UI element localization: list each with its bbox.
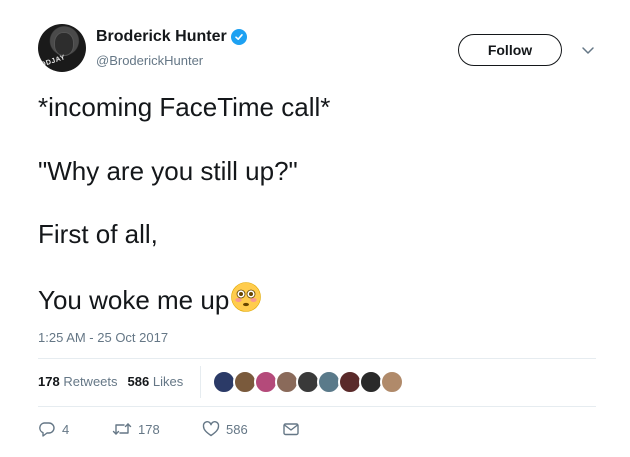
- chevron-down-icon[interactable]: [580, 42, 596, 58]
- tweet-stats: 178 Retweets 586 Likes: [38, 374, 183, 389]
- name-row: Broderick Hunter: [96, 28, 247, 46]
- avatar[interactable]: ODJAY: [38, 24, 86, 72]
- tweet-timestamp[interactable]: 1:25 AM - 25 Oct 2017: [38, 330, 168, 345]
- verified-badge-icon: [230, 29, 247, 45]
- flushed-face-icon: [230, 281, 262, 313]
- reply-action[interactable]: 4: [38, 420, 112, 438]
- tweet-line-3: First of all,: [38, 219, 158, 249]
- tweet-card: ODJAY Broderick Hunter @BroderickHunter …: [0, 0, 630, 457]
- likes-count: 586: [127, 374, 150, 389]
- like-action[interactable]: 586: [202, 420, 282, 438]
- avatar-cap-text: ODJAY: [39, 54, 67, 69]
- direct-message-action[interactable]: [282, 420, 300, 438]
- liker-avatars: [212, 370, 404, 394]
- likes-stat[interactable]: 586 Likes: [128, 374, 184, 389]
- tweet-line-1: *incoming FaceTime call*: [38, 92, 331, 122]
- display-name[interactable]: Broderick Hunter: [96, 28, 227, 46]
- divider: [38, 406, 596, 407]
- retweet-count: 178: [138, 421, 160, 437]
- retweets-count: 178: [38, 374, 60, 389]
- retweets-label: Retweets: [63, 374, 118, 389]
- reply-icon: [38, 420, 56, 438]
- user-handle[interactable]: @BroderickHunter: [96, 53, 203, 68]
- like-count: 586: [226, 421, 248, 437]
- retweet-action[interactable]: 178: [112, 420, 202, 438]
- avatar-face: [54, 32, 74, 56]
- retweet-icon: [112, 420, 132, 438]
- stats-separator: [200, 366, 201, 398]
- liker-avatar[interactable]: [380, 370, 404, 394]
- tweet-line-4-text: You woke me up: [38, 284, 230, 315]
- reply-count: 4: [62, 421, 70, 437]
- follow-button[interactable]: Follow: [458, 34, 562, 66]
- retweets-stat[interactable]: 178 Retweets: [38, 374, 118, 389]
- heart-icon: [202, 420, 220, 438]
- tweet-line-2: "Why are you still up?": [38, 156, 298, 186]
- tweet-actions: 4 178 586: [38, 420, 300, 438]
- divider: [38, 358, 596, 359]
- envelope-icon: [282, 420, 300, 438]
- tweet-line-4: You woke me up: [38, 281, 262, 316]
- likes-label: Likes: [152, 374, 184, 389]
